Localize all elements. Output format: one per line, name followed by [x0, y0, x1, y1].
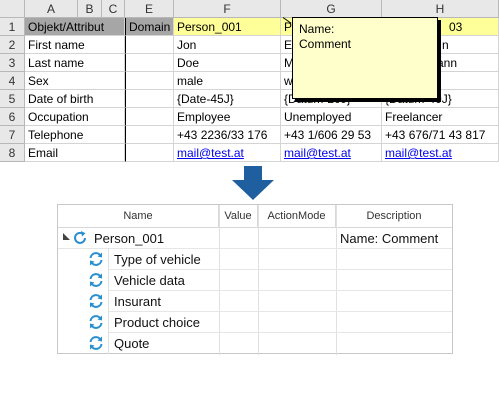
tree-row-root[interactable]: Person_001 Name: Comment — [58, 228, 452, 249]
cell-f[interactable]: {Date-45J} — [174, 90, 281, 108]
column-header-g[interactable]: G — [281, 0, 382, 18]
cell-h[interactable]: +43 676/71 43 817 — [382, 126, 499, 144]
header-name[interactable]: Name — [58, 205, 219, 227]
email-link[interactable]: mail@test.at — [177, 146, 244, 160]
spreadsheet: A B C E F G H 1 Objekt/Attribut Domain P… — [0, 0, 499, 162]
sheet-row-8: 8 Email mail@test.at mail@test.at mail@t… — [0, 144, 499, 162]
collapse-triangle-icon[interactable] — [63, 233, 70, 240]
sheet-row-7: 7 Telephone +43 2236/33 176 +43 1/606 29… — [0, 126, 499, 144]
cell-g-email[interactable]: mail@test.at — [281, 144, 382, 162]
row-number[interactable]: 4 — [0, 72, 25, 90]
sync-icon — [89, 294, 103, 308]
tree-child-label: Type of vehicle — [114, 252, 201, 267]
cell-domain[interactable] — [125, 126, 174, 144]
cell-attr[interactable]: Last name — [25, 54, 125, 72]
refresh-icon — [74, 231, 86, 244]
cell-h[interactable]: Freelancer — [382, 108, 499, 126]
cell-person-001[interactable]: Person_001 — [174, 18, 281, 36]
select-all-corner[interactable] — [0, 0, 25, 18]
cell-f[interactable]: +43 2236/33 176 — [174, 126, 281, 144]
comment-line-2: Comment — [299, 37, 352, 51]
row-number[interactable]: 3 — [0, 54, 25, 72]
cell-domain[interactable] — [125, 36, 174, 54]
tree-child-label: Product choice — [114, 315, 200, 330]
row-number[interactable]: 8 — [0, 144, 25, 162]
cell-domain[interactable] — [125, 72, 174, 90]
cell-g[interactable]: +43 1/606 29 53 — [281, 126, 382, 144]
cell-domain[interactable] — [125, 90, 174, 108]
cell-attr[interactable]: Sex — [25, 72, 125, 90]
test-data-tree-panel: Name Value ActionMode Description Person… — [57, 204, 453, 355]
cell-f[interactable]: Jon — [174, 36, 281, 54]
row-number[interactable]: 6 — [0, 108, 25, 126]
email-link[interactable]: mail@test.at — [385, 146, 452, 160]
tree-root-description: Name: Comment — [340, 231, 439, 246]
row-number[interactable]: 1 — [0, 18, 25, 36]
tree-row-child[interactable]: Quote — [58, 333, 452, 354]
sync-icon — [89, 315, 103, 329]
cell-attr-header[interactable]: Objekt/Attribut — [25, 18, 125, 36]
cell-f[interactable]: Doe — [174, 54, 281, 72]
tree-root-label: Person_001 — [94, 231, 165, 246]
column-header-e[interactable]: E — [125, 0, 174, 18]
cell-domain[interactable] — [125, 108, 174, 126]
column-header-b[interactable]: B — [78, 0, 102, 18]
column-header-row: A B C E F G H — [0, 0, 499, 18]
cell-domain[interactable] — [125, 54, 174, 72]
row-number[interactable]: 2 — [0, 36, 25, 54]
column-header-a[interactable]: A — [25, 0, 78, 18]
tree-child-label: Quote — [114, 336, 150, 351]
column-header-h[interactable]: H — [382, 0, 499, 18]
comment-line-1: Name: — [299, 22, 335, 36]
tree-row-child[interactable]: Insurant — [58, 291, 452, 312]
tree-header-row: Name Value ActionMode Description — [58, 205, 452, 228]
tree-child-label: Insurant — [114, 294, 161, 309]
cell-h-email[interactable]: mail@test.at — [382, 144, 499, 162]
sync-icon — [89, 273, 103, 287]
sync-icon — [89, 336, 103, 350]
email-link[interactable]: mail@test.at — [284, 146, 351, 160]
down-arrow-icon — [232, 166, 274, 200]
cell-f-email[interactable]: mail@test.at — [174, 144, 281, 162]
cell-attr[interactable]: Date of birth — [25, 90, 125, 108]
row-number[interactable]: 7 — [0, 126, 25, 144]
cell-attr[interactable]: First name — [25, 36, 125, 54]
cell-attr[interactable]: Email — [25, 144, 125, 162]
cell-comment-popup[interactable]: Name: Comment — [292, 17, 438, 99]
cell-attr[interactable]: Occupation — [25, 108, 125, 126]
tree-row-child[interactable]: Type of vehicle — [58, 249, 452, 270]
cell-domain-header[interactable]: Domain — [125, 18, 174, 36]
cell-g[interactable]: Unemployed — [281, 108, 382, 126]
header-value[interactable]: Value — [219, 205, 258, 227]
header-action-mode[interactable]: ActionMode — [258, 205, 336, 227]
column-header-c[interactable]: C — [102, 0, 125, 18]
cell-f[interactable]: Employee — [174, 108, 281, 126]
cell-domain[interactable] — [125, 144, 174, 162]
header-description[interactable]: Description — [336, 205, 452, 227]
row-number[interactable]: 5 — [0, 90, 25, 108]
tree-row-child[interactable]: Product choice — [58, 312, 452, 333]
column-header-f[interactable]: F — [174, 0, 281, 18]
sync-icon — [89, 252, 103, 266]
sheet-row-6: 6 Occupation Employee Unemployed Freelan… — [0, 108, 499, 126]
cell-attr[interactable]: Telephone — [25, 126, 125, 144]
tree-child-label: Vehicle data — [114, 273, 185, 288]
tree-row-child[interactable]: Vehicle data — [58, 270, 452, 291]
cell-f[interactable]: male — [174, 72, 281, 90]
